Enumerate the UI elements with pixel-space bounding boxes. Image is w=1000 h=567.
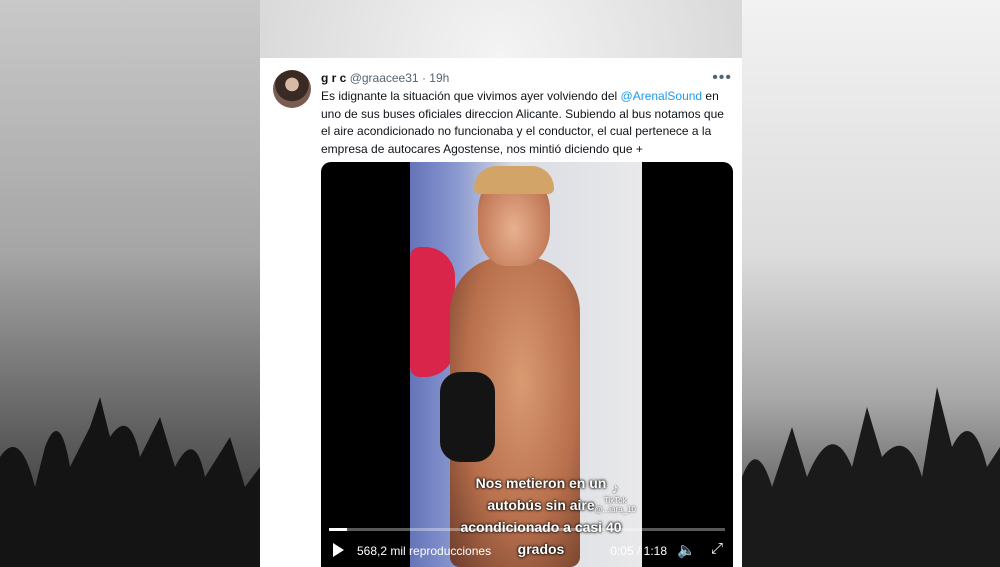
play-icon[interactable] (333, 543, 344, 557)
timestamp[interactable]: 19h (429, 71, 449, 85)
handle[interactable]: @graacee31 (350, 71, 419, 85)
shirt-shape (440, 372, 495, 462)
video-progress-fill (329, 528, 348, 531)
video-progress-bar[interactable] (329, 528, 725, 531)
display-name[interactable]: g r c (321, 71, 346, 85)
mention-link[interactable]: @ArenalSound (621, 89, 703, 103)
more-dots-icon[interactable]: ••• (712, 69, 732, 87)
current-time: 0:05 (610, 544, 634, 558)
crowd-silhouette-right (742, 387, 1000, 567)
view-count: 568,2 mil reproducciones (357, 544, 492, 558)
crowd-silhouette-left (0, 397, 260, 567)
time-separator: / (633, 544, 644, 558)
tweet-text-part1: Es idignante la situación que vivimos ay… (321, 89, 621, 103)
caption-line: acondicionado a casi 40 (460, 519, 622, 535)
tweet-text: Es idignante la situación que vivimos ay… (321, 88, 733, 158)
tweet-header: g r c @graacee31 · 19h ••• (321, 69, 732, 89)
tweet-card[interactable]: g r c @graacee31 · 19h ••• Es idignante … (260, 58, 742, 567)
tiktok-user: @...iara_10 (594, 505, 636, 514)
duration: 1:18 (643, 544, 667, 558)
separator-dot: · (421, 71, 426, 85)
tiktok-icon: ♪ (611, 480, 619, 496)
fullscreen-icon[interactable]: ⤢ (711, 540, 723, 557)
background-right (742, 0, 1000, 567)
avatar[interactable] (273, 70, 311, 108)
red-bag-shape (410, 247, 455, 377)
video-player[interactable]: Nos metieron en un autobús sin aire acon… (321, 162, 733, 567)
background-left (0, 0, 260, 567)
tiktok-watermark: ♪ TikTok @...iara_10 (595, 480, 636, 514)
volume-icon[interactable]: 🔈 (677, 541, 696, 559)
tiktok-label: TikTok (603, 496, 627, 505)
video-controls: 568,2 mil reproducciones 0:05 / 1:18 🔈 ⤢ (321, 540, 733, 564)
video-time: 0:05 / 1:18 (610, 544, 667, 558)
hair-shape (474, 166, 554, 194)
